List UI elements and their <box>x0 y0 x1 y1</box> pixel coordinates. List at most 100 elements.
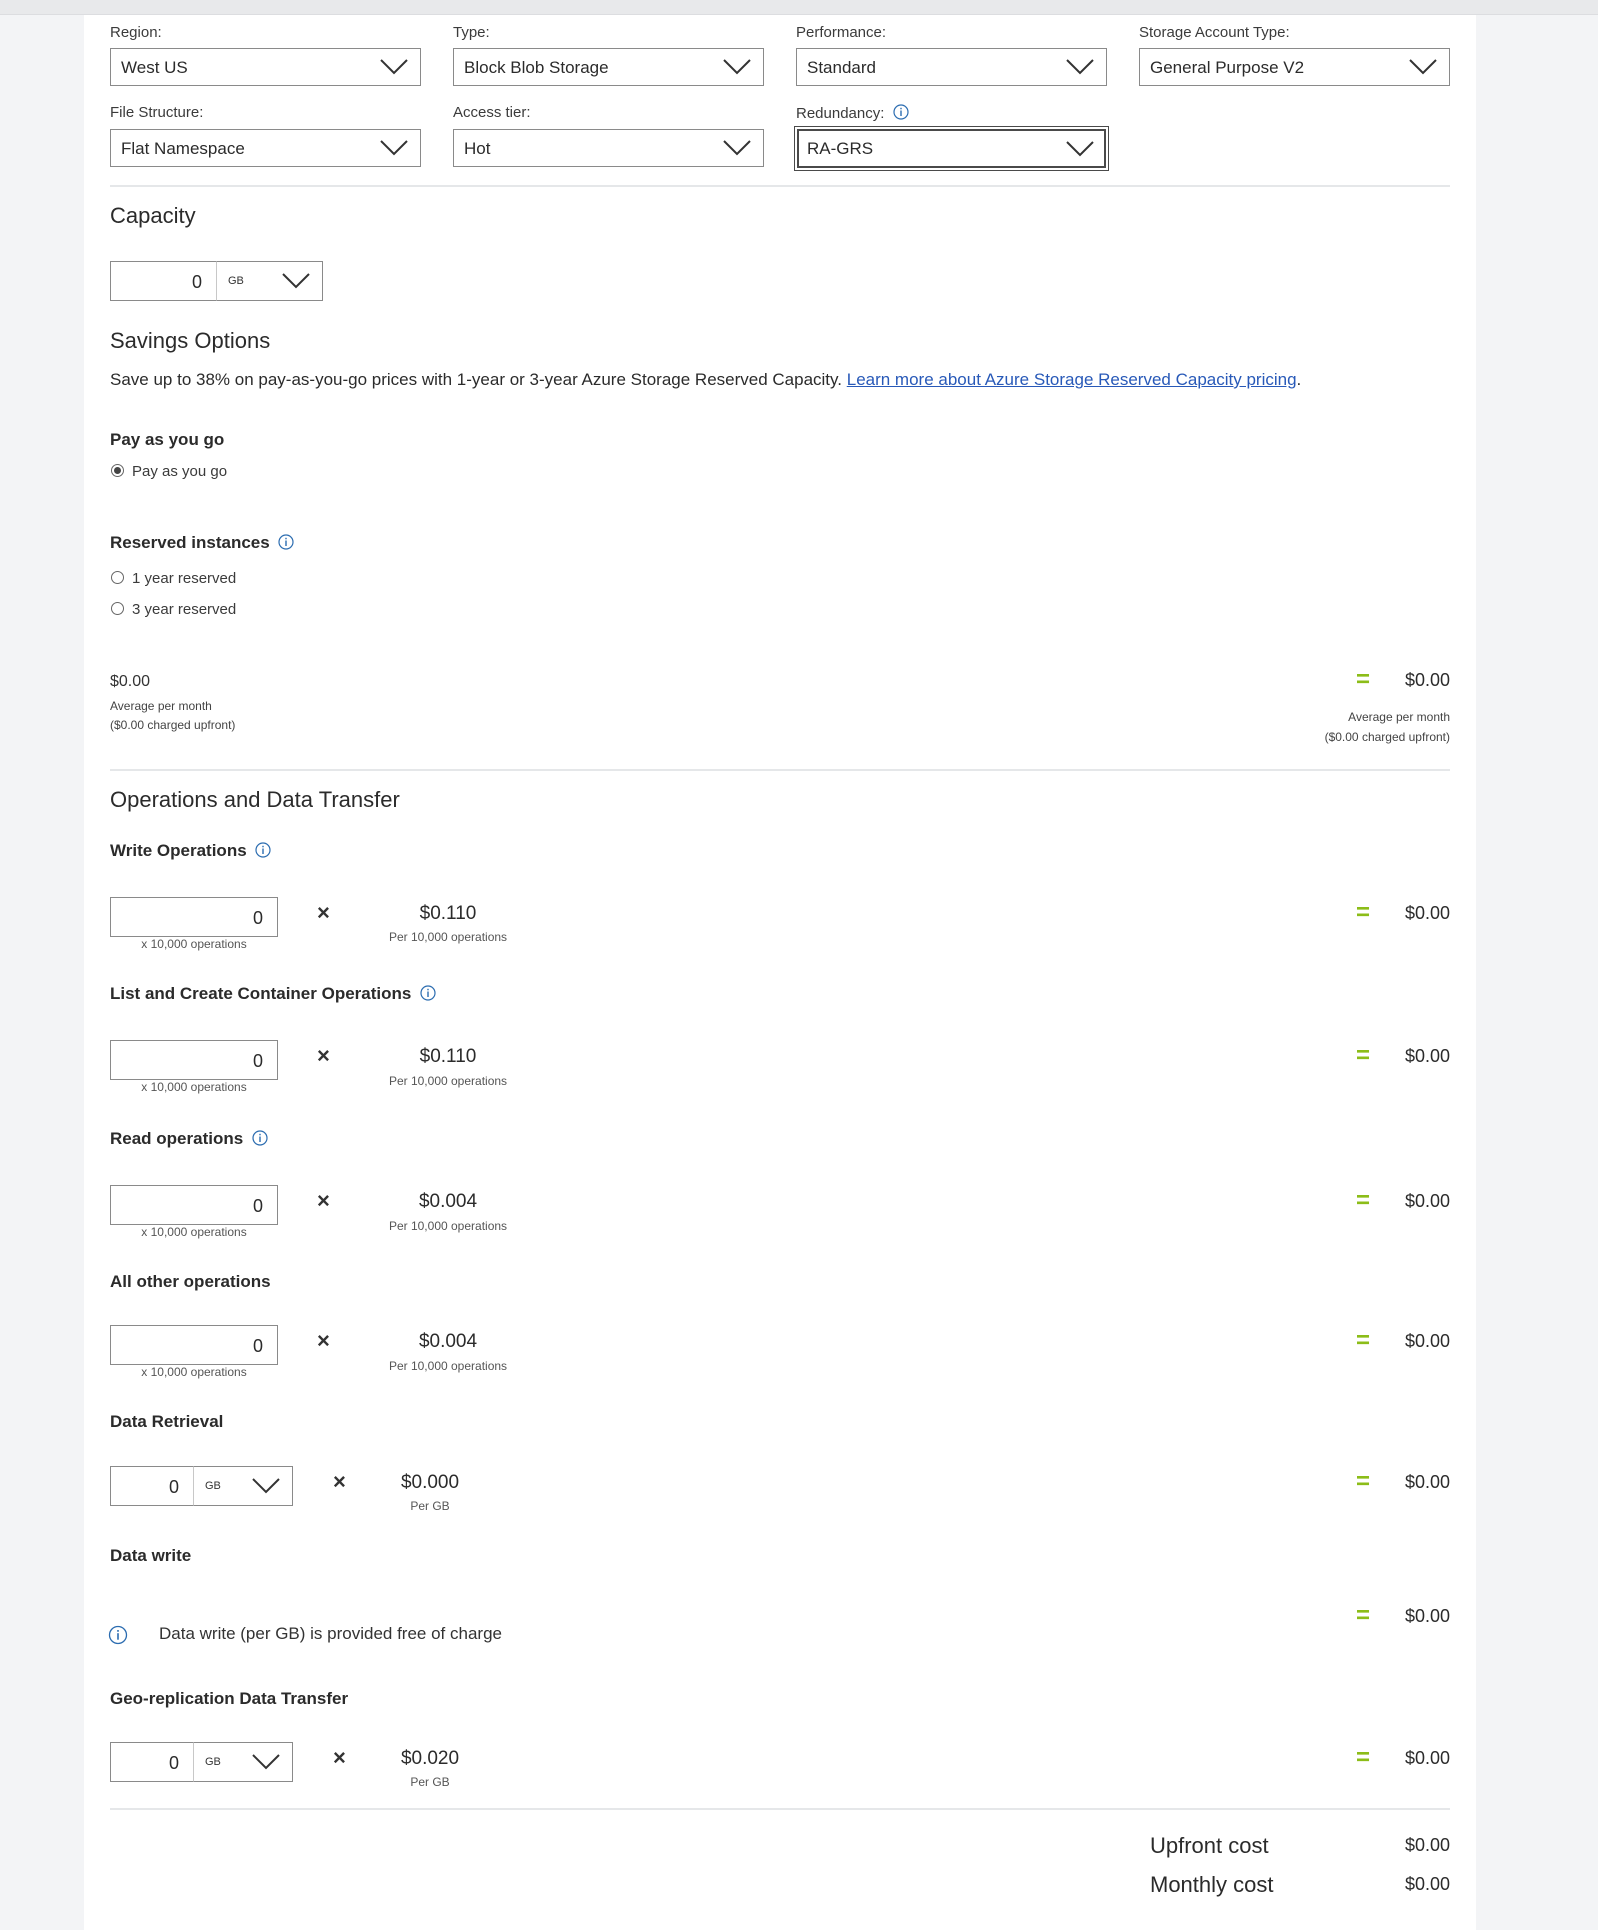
geo-input[interactable]: 0 <box>110 1742 194 1782</box>
access-tier-label: Access tier: <box>453 104 531 121</box>
performance-value: Standard <box>807 58 876 77</box>
list-create-title: List and Create Container Operations <box>110 984 412 1003</box>
redundancy-select[interactable]: RA-GRS <box>794 126 1109 171</box>
savings-description-row: Save up to 38% on pay-as-you-go prices w… <box>110 370 1301 390</box>
savings-description: Save up to 38% on pay-as-you-go prices w… <box>110 370 842 389</box>
equals-sign: = <box>1356 1744 1371 1771</box>
multiply-sign: × <box>333 1469 346 1494</box>
access-tier-value: Hot <box>464 139 491 158</box>
redundancy-value: RA-GRS <box>807 139 874 158</box>
type-select[interactable]: Block Blob Storage <box>453 48 764 86</box>
retrieval-value: 0 <box>168 1477 179 1497</box>
retrieval-input[interactable]: 0 <box>110 1466 194 1506</box>
redundancy-label: Redundancy: <box>796 105 885 122</box>
reserved-1-label: 1 year reserved <box>132 570 237 587</box>
info-icon[interactable] <box>420 985 436 1001</box>
capacity-input[interactable]: 0 <box>110 261 217 301</box>
equals-sign: = <box>1356 899 1371 926</box>
info-icon[interactable] <box>278 534 295 550</box>
write-ops-title-row: Write Operations <box>110 841 271 861</box>
monthly-cost-label: Monthly cost <box>1150 1872 1274 1897</box>
info-icon <box>108 1625 128 1645</box>
info-icon[interactable] <box>252 1130 268 1146</box>
data-write-title: Data write <box>110 1546 192 1565</box>
info-icon[interactable] <box>892 104 909 120</box>
write-ops-title: Write Operations <box>110 841 247 860</box>
equals-sign: = <box>1356 1468 1371 1495</box>
account-type-label: Storage Account Type: <box>1139 24 1290 41</box>
list-create-value: 0 <box>252 1051 263 1071</box>
geo-unit: GB <box>205 1756 221 1768</box>
list-create-price: $0.110 <box>419 1046 477 1067</box>
chevron-down-icon <box>252 1754 280 1770</box>
file-structure-select[interactable]: Flat Namespace <box>110 129 421 167</box>
list-create-title-row: List and Create Container Operations <box>110 984 436 1004</box>
retrieval-unit: GB <box>205 1480 221 1492</box>
write-ops-price: $0.110 <box>419 903 477 924</box>
reserved-title: Reserved instances <box>110 533 270 552</box>
geo-total: $0.00 <box>1404 1748 1450 1768</box>
info-icon[interactable] <box>255 842 271 858</box>
capacity-unit-select[interactable]: GB <box>216 261 323 301</box>
divider <box>110 769 1450 771</box>
savings-right-price: $0.00 <box>1404 670 1450 690</box>
other-ops-input[interactable]: 0 <box>110 1325 278 1365</box>
file-structure-label: File Structure: <box>110 104 204 121</box>
geo-unit-select[interactable]: GB <box>193 1742 293 1782</box>
savings-left-upfront: ($0.00 charged upfront) <box>110 718 236 732</box>
access-tier-select[interactable]: Hot <box>453 129 764 167</box>
list-create-unit: x 10,000 operations <box>141 1080 247 1094</box>
chevron-down-icon <box>252 1478 280 1494</box>
payg-title: Pay as you go <box>110 430 225 449</box>
read-ops-unit: x 10,000 operations <box>141 1225 247 1239</box>
chevron-down-icon <box>723 59 751 75</box>
region-value: West US <box>121 58 188 77</box>
chevron-down-icon <box>380 59 408 75</box>
savings-right-avg: Average per month <box>1348 710 1450 724</box>
savings-left-avg: Average per month <box>110 699 212 713</box>
capacity-unit: GB <box>228 275 244 287</box>
data-write-note: Data write (per GB) is provided free of … <box>159 1624 502 1643</box>
geo-title: Geo-replication Data Transfer <box>110 1689 349 1708</box>
equals-sign: = <box>1356 1187 1371 1214</box>
account-type-select[interactable]: General Purpose V2 <box>1139 48 1450 86</box>
savings-left-price: $0.00 <box>110 673 151 690</box>
list-create-total: $0.00 <box>1404 1046 1450 1066</box>
performance-select[interactable]: Standard <box>796 48 1107 86</box>
list-create-input[interactable]: 0 <box>110 1040 278 1080</box>
region-select[interactable]: West US <box>110 48 421 86</box>
reserved-capacity-link[interactable]: Learn more about Azure Storage Reserved … <box>847 370 1297 389</box>
other-ops-price: $0.004 <box>418 1331 478 1352</box>
retrieval-title: Data Retrieval <box>110 1412 224 1431</box>
data-write-total: $0.00 <box>1404 1606 1450 1626</box>
read-ops-per: Per 10,000 operations <box>388 1219 508 1233</box>
read-ops-title: Read operations <box>110 1129 244 1148</box>
equals-sign: = <box>1356 1327 1371 1354</box>
retrieval-unit-select[interactable]: GB <box>193 1466 293 1506</box>
retrieval-per: Per GB <box>410 1499 450 1513</box>
savings-period: . <box>1296 370 1302 389</box>
equals-sign: = <box>1356 1042 1371 1069</box>
type-value: Block Blob Storage <box>464 58 609 77</box>
multiply-sign: × <box>317 1188 330 1213</box>
capacity-title: Capacity <box>110 203 196 228</box>
upfront-cost-value: $0.00 <box>1404 1835 1450 1855</box>
other-ops-per: Per 10,000 operations <box>388 1359 508 1373</box>
list-create-per: Per 10,000 operations <box>388 1074 508 1088</box>
read-ops-input[interactable]: 0 <box>110 1185 278 1225</box>
payg-radio[interactable] <box>111 464 124 477</box>
chevron-down-icon <box>1066 59 1094 75</box>
type-label: Type: <box>453 24 490 41</box>
write-ops-total: $0.00 <box>1404 903 1450 923</box>
equals-sign: = <box>1356 1602 1371 1629</box>
write-ops-value: 0 <box>252 908 263 928</box>
read-ops-price: $0.004 <box>418 1191 478 1212</box>
reserved-1-radio[interactable] <box>111 571 124 584</box>
monthly-cost-value: $0.00 <box>1404 1874 1450 1894</box>
other-ops-value: 0 <box>252 1336 263 1356</box>
multiply-sign: × <box>333 1745 346 1770</box>
equals-sign: = <box>1356 666 1371 693</box>
reserved-3-radio[interactable] <box>111 602 124 615</box>
write-ops-input[interactable]: 0 <box>110 897 278 937</box>
browser-top-strip <box>0 0 1598 15</box>
